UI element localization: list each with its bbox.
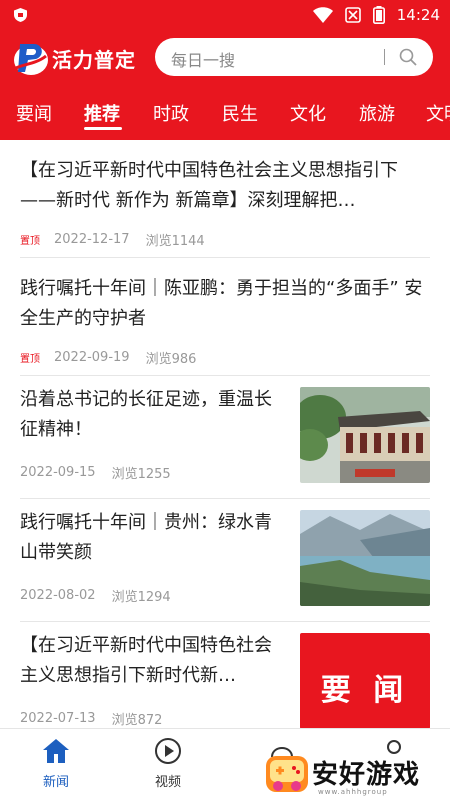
search-divider <box>384 49 385 65</box>
thumbnail-label: 要 闻 <box>320 673 410 708</box>
app-header: 活力普定 每日一搜 <box>0 30 450 86</box>
wifi-icon <box>312 7 333 23</box>
news-views: 浏览872 <box>111 713 163 728</box>
shield-icon <box>14 8 27 22</box>
status-bar: 14:24 <box>0 0 450 30</box>
gamepad-logo-icon <box>266 756 308 792</box>
river-valley-photo <box>300 510 430 606</box>
nav-label: 新闻 <box>42 775 69 790</box>
search-placeholder: 每日一搜 <box>171 51 236 70</box>
tab-shizheng[interactable]: 时政 <box>153 100 189 126</box>
search-icon[interactable] <box>399 48 417 66</box>
watermark-subtext: www.ahhhgroup <box>318 788 388 796</box>
news-item[interactable]: 践行嘱托十年间｜陈亚鹏：勇于担当的“多面手” 安全生产的守护者 置顶 2022-… <box>20 274 430 376</box>
tab-tuijian[interactable]: 推荐 <box>84 100 120 126</box>
news-title: 践行嘱托十年间｜贵州：绿水青山带笑颜 <box>20 512 272 563</box>
news-title: 沿着总书记的长征足迹，重温长征精神！ <box>20 389 272 440</box>
clock: 14:24 <box>396 6 440 24</box>
battery-icon <box>372 6 385 24</box>
search-input[interactable]: 每日一搜 <box>155 38 433 76</box>
news-date: 2022-07-13 <box>20 711 96 726</box>
watermark: 安好游戏 www.ahhhgroup <box>262 748 450 800</box>
news-meta: 置顶 2022-09-19 浏览986 <box>20 348 430 367</box>
news-list: 【在习近平新时代中国特色社会主义思想指引下——新时代 新作为 新篇章】深刻理解把… <box>0 140 450 728</box>
news-date: 2022-08-02 <box>20 588 96 603</box>
pinned-badge: 置顶 <box>20 236 40 247</box>
category-tabs: 要闻 推荐 时政 民生 文化 旅游 文明 <box>0 86 450 140</box>
app-logo <box>14 44 48 75</box>
tab-yaowen[interactable]: 要闻 <box>16 100 52 126</box>
news-thumbnail: 要 闻 <box>300 633 430 728</box>
nav-video[interactable]: 视频 <box>138 737 198 790</box>
news-title: 【在习近平新时代中国特色社会主义思想指引下新时代新… <box>20 635 272 686</box>
news-title: 践行嘱托十年间｜陈亚鹏：勇于担当的“多面手” 安全生产的守护者 <box>20 278 423 329</box>
news-date: 2022-09-15 <box>20 465 96 480</box>
news-meta: 置顶 2022-12-17 浏览1144 <box>20 230 430 249</box>
active-tab-indicator <box>84 127 122 130</box>
news-thumbnail <box>300 510 430 606</box>
tab-wenming[interactable]: 文明 <box>426 100 450 126</box>
news-views: 浏览1144 <box>145 234 205 249</box>
watermark-text: 安好游戏 <box>312 760 421 790</box>
news-item[interactable]: 践行嘱托十年间｜贵州：绿水青山带笑颜 2022-08-02 浏览1294 <box>20 508 430 622</box>
news-views: 浏览1294 <box>111 590 171 605</box>
news-date: 2022-12-17 <box>54 232 130 247</box>
historic-building-photo <box>300 387 430 483</box>
news-views: 浏览1255 <box>111 467 171 482</box>
tab-wenhua[interactable]: 文化 <box>290 100 326 126</box>
news-item[interactable]: 【在习近平新时代中国特色社会主义思想指引下新时代新… 2022-07-13 浏览… <box>20 631 430 728</box>
news-title: 【在习近平新时代中国特色社会主义思想指引下——新时代 新作为 新篇章】深刻理解把… <box>20 160 398 211</box>
news-views: 浏览986 <box>145 352 197 367</box>
home-icon <box>43 739 69 763</box>
app-name: 活力普定 <box>52 48 136 72</box>
news-date: 2022-09-19 <box>54 350 130 365</box>
pinned-badge: 置顶 <box>20 354 40 365</box>
news-item[interactable]: 【在习近平新时代中国特色社会主义思想指引下——新时代 新作为 新篇章】深刻理解把… <box>20 156 430 258</box>
news-item[interactable]: 沿着总书记的长征足迹，重温长征精神！ 2022-09-15 浏览1255 <box>20 385 430 499</box>
news-thumbnail <box>300 387 430 483</box>
tab-lvyou[interactable]: 旅游 <box>359 100 395 126</box>
no-sim-icon <box>344 7 361 23</box>
nav-label: 视频 <box>154 775 181 790</box>
play-icon <box>155 738 181 764</box>
tab-minsheng[interactable]: 民生 <box>222 100 258 126</box>
nav-news[interactable]: 新闻 <box>26 737 86 790</box>
